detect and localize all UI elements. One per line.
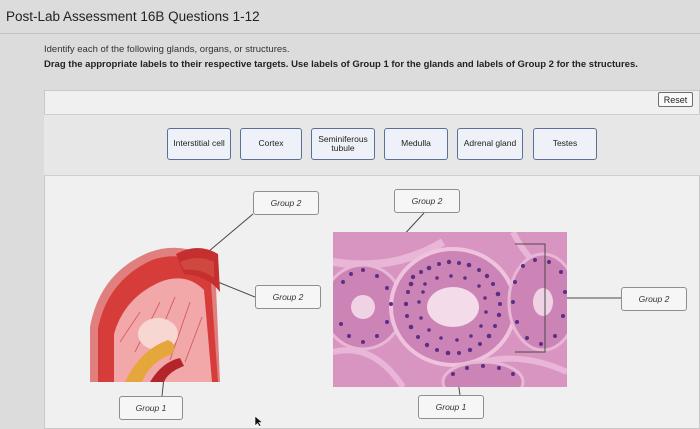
target-testis-upper[interactable]: Group 2 [394, 189, 460, 213]
target-adrenal-bottom[interactable]: Group 1 [119, 396, 183, 420]
target-testis-right[interactable]: Group 2 [621, 287, 687, 311]
mouse-pointer-icon [254, 415, 264, 427]
target-adrenal-middle[interactable]: Group 2 [255, 285, 321, 309]
target-adrenal-upper[interactable]: Group 2 [253, 191, 319, 215]
target-testis-bottom[interactable]: Group 1 [418, 395, 484, 419]
adrenal-gland-image [90, 247, 220, 382]
testis-histology-image [333, 232, 567, 387]
